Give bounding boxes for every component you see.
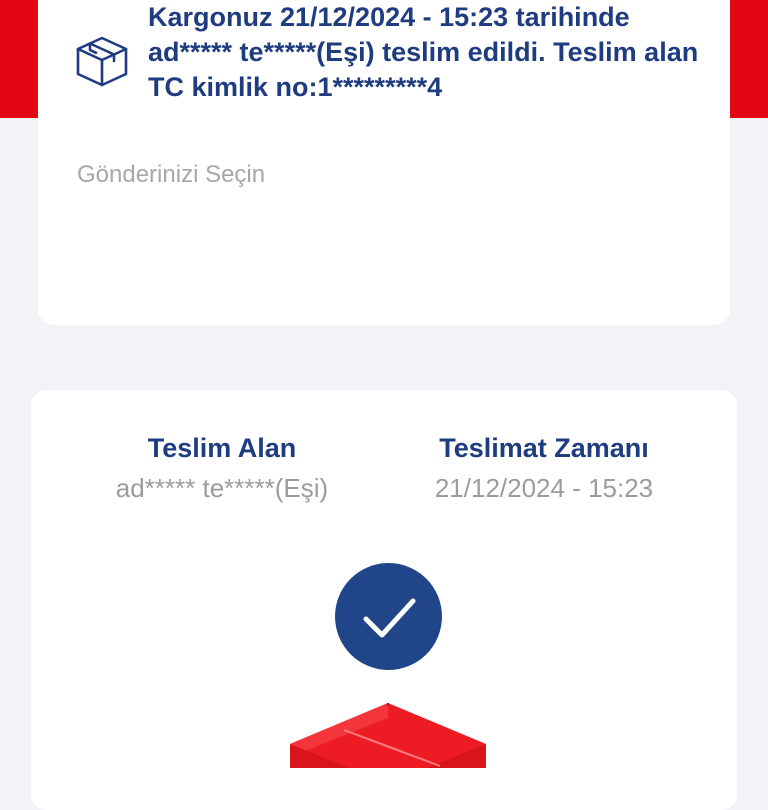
receiver-info: Teslim Alan ad***** te*****(Eşi) (62, 430, 382, 505)
delivery-time-info: Teslimat Zamanı 21/12/2024 - 15:23 (384, 430, 704, 505)
red-package-icon (290, 700, 486, 784)
delivery-time-value: 21/12/2024 - 15:23 (434, 473, 654, 503)
delivered-check-badge (335, 563, 442, 670)
shipment-select[interactable]: Gönderinizi Seçin (77, 160, 265, 190)
delivery-time-label: Teslimat Zamanı (439, 433, 649, 463)
delivery-status-message: Kargonuz 21/12/2024 - 15:23 tarihinde ad… (148, 2, 699, 102)
receiver-label: Teslim Alan (147, 433, 297, 463)
receiver-value: ad***** te*****(Eşi) (115, 473, 329, 503)
package-box-icon (74, 33, 130, 89)
checkmark-icon (363, 598, 416, 638)
